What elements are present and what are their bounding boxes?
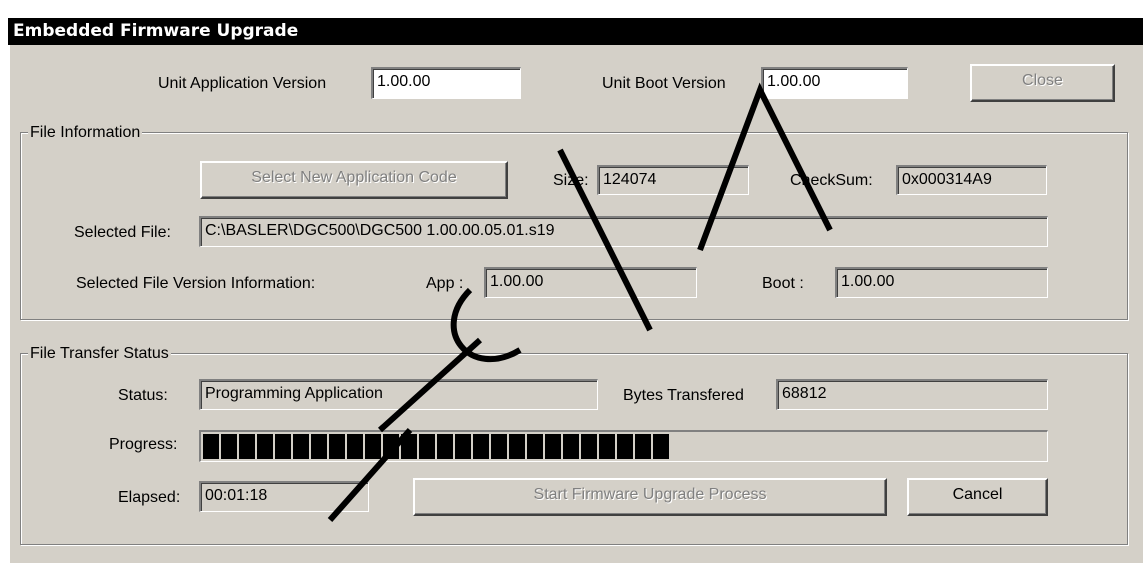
progress-block xyxy=(383,434,399,459)
progress-block xyxy=(509,434,525,459)
progress-block xyxy=(581,434,597,459)
progress-bar-fill xyxy=(203,434,669,459)
progress-block xyxy=(239,434,255,459)
progress-block xyxy=(365,434,381,459)
progress-block xyxy=(491,434,507,459)
unit-boot-version-label: Unit Boot Version xyxy=(602,75,726,92)
progress-block xyxy=(419,434,435,459)
unit-boot-version-field[interactable]: 1.00.00 xyxy=(761,67,908,99)
progress-label: Progress: xyxy=(109,436,178,453)
unit-application-version-label: Unit Application Version xyxy=(158,75,327,92)
progress-block xyxy=(527,434,543,459)
progress-block xyxy=(545,434,561,459)
progress-block xyxy=(329,434,345,459)
selected-file-version-information-label: Selected File Version Information: xyxy=(76,275,316,292)
select-new-application-code-button[interactable]: Select New Application Code xyxy=(200,161,508,199)
window-title: Embedded Firmware Upgrade xyxy=(8,18,1143,45)
progress-block xyxy=(617,434,633,459)
progress-block xyxy=(221,434,237,459)
progress-block xyxy=(275,434,291,459)
progress-block xyxy=(599,434,615,459)
file-boot-version-field: 1.00.00 xyxy=(835,267,1048,298)
size-field: 124074 xyxy=(597,165,749,195)
checksum-label: CheckSum: xyxy=(790,172,873,189)
file-information-title: File Information xyxy=(28,124,143,142)
file-transfer-status-title: File Transfer Status xyxy=(28,345,171,363)
elapsed-label: Elapsed: xyxy=(118,489,181,506)
progress-block xyxy=(635,434,651,459)
progress-bar xyxy=(199,430,1048,462)
progress-block xyxy=(311,434,327,459)
status-field: Programming Application xyxy=(199,379,598,410)
checksum-field: 0x000314A9 xyxy=(896,165,1047,195)
start-firmware-upgrade-button[interactable]: Start Firmware Upgrade Process xyxy=(413,478,887,516)
cancel-button[interactable]: Cancel xyxy=(907,478,1048,516)
progress-block xyxy=(563,434,579,459)
unit-application-version-field[interactable]: 1.00.00 xyxy=(371,67,521,99)
file-boot-version-label: Boot : xyxy=(762,275,804,292)
elapsed-field: 00:01:18 xyxy=(199,481,369,512)
progress-block xyxy=(293,434,309,459)
progress-block xyxy=(203,434,219,459)
progress-block xyxy=(455,434,471,459)
progress-block xyxy=(257,434,273,459)
file-app-version-field: 1.00.00 xyxy=(484,267,697,298)
status-label: Status: xyxy=(118,387,168,404)
bytes-transfered-label: Bytes Transfered xyxy=(623,387,744,404)
selected-file-label: Selected File: xyxy=(74,224,171,241)
progress-block xyxy=(401,434,417,459)
selected-file-field: C:\BASLER\DGC500\DGC500 1.00.00.05.01.s1… xyxy=(199,216,1048,247)
progress-block xyxy=(437,434,453,459)
file-app-version-label: App : xyxy=(426,275,464,292)
close-button[interactable]: Close xyxy=(970,64,1115,102)
size-label: Size: xyxy=(553,172,589,189)
progress-block xyxy=(473,434,489,459)
progress-block xyxy=(347,434,363,459)
bytes-transfered-field: 68812 xyxy=(776,379,1048,410)
progress-block xyxy=(653,434,669,459)
